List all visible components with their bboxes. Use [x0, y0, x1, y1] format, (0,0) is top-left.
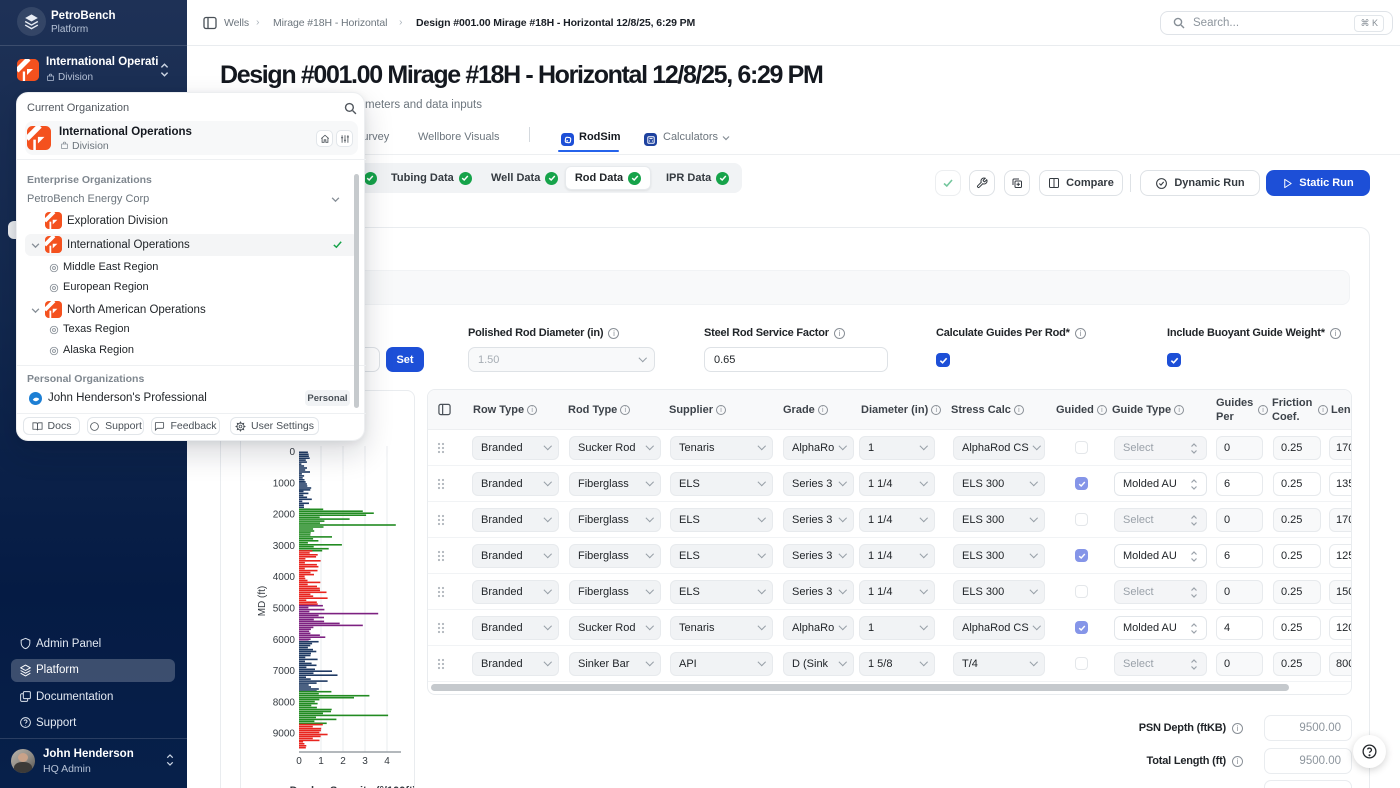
- svg-text:6000: 6000: [273, 635, 296, 646]
- svg-text:3000: 3000: [273, 541, 296, 552]
- svg-text:1: 1: [318, 756, 324, 767]
- svg-text:8000: 8000: [273, 697, 296, 708]
- svg-text:2000: 2000: [273, 510, 296, 521]
- svg-text:4000: 4000: [273, 572, 296, 583]
- svg-text:1000: 1000: [273, 478, 296, 489]
- svg-text:9000: 9000: [273, 729, 296, 740]
- svg-text:MD (ft): MD (ft): [257, 586, 268, 617]
- svg-text:0: 0: [296, 756, 302, 767]
- svg-text:4: 4: [384, 756, 390, 767]
- svg-text:3: 3: [362, 756, 368, 767]
- svg-text:7000: 7000: [273, 666, 296, 677]
- svg-text:2: 2: [340, 756, 346, 767]
- svg-text:0: 0: [289, 447, 295, 458]
- svg-text:5000: 5000: [273, 604, 296, 615]
